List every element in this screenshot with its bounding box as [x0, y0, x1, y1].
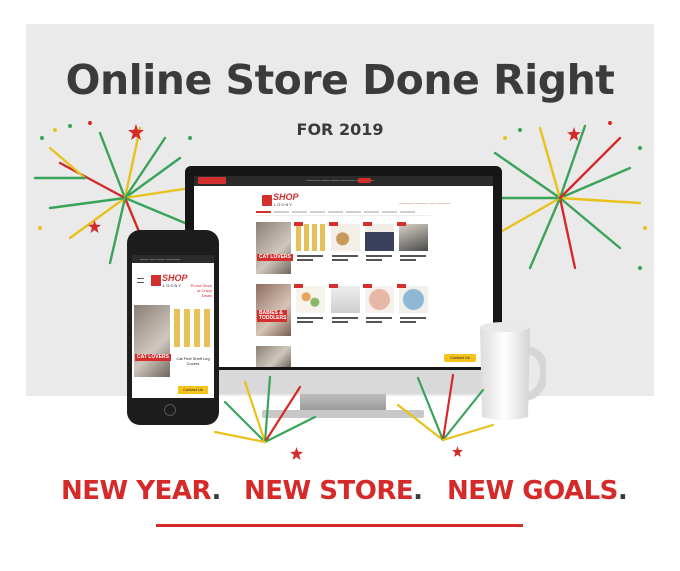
- mobile-product-name[interactable]: Cat Feet Shelf Leg Covers: [173, 356, 213, 366]
- product-card[interactable]: [363, 222, 396, 274]
- firework-burst-icon: [396, 373, 495, 442]
- product-card[interactable]: [329, 222, 362, 274]
- mobile-brand-top-text: SHOP: [162, 273, 188, 283]
- hamburger-menu-icon[interactable]: [137, 278, 144, 283]
- category-image: [256, 222, 291, 274]
- star-icon: [128, 124, 144, 140]
- product-card[interactable]: [329, 284, 362, 336]
- star-icon: [88, 220, 101, 233]
- mobile-category-image: [134, 305, 170, 377]
- product-card[interactable]: [294, 222, 327, 274]
- contact-us-button[interactable]: Contact Us: [444, 354, 476, 362]
- product-card[interactable]: [397, 222, 430, 274]
- slogan-new-year: NEW YEAR.: [61, 476, 221, 506]
- site-nav[interactable]: [256, 211, 431, 216]
- product-card[interactable]: [363, 284, 396, 336]
- divider-line: [156, 524, 523, 527]
- slogan-text: NEW STORE: [244, 476, 414, 506]
- phone-home-button: [164, 404, 176, 416]
- mobile-screen: ─── ── ─── ───── SHOP LOONY Proud Store …: [132, 255, 214, 398]
- slogan-period: .: [413, 476, 423, 506]
- category-label: BABIES & TODDLERS: [257, 310, 287, 322]
- product-card[interactable]: [294, 284, 327, 336]
- announcement-badge: [358, 178, 371, 183]
- slogan-text: NEW YEAR: [61, 476, 212, 506]
- mobile-tagline: Proud Store at Crazy Deals: [190, 283, 212, 298]
- brand-top-text: SHOP: [273, 192, 299, 202]
- headline: Online Store Done Right: [65, 56, 615, 104]
- slogan-period: .: [617, 476, 628, 506]
- category-row: BABIES & TODDLERS: [256, 284, 431, 340]
- slogan-period: .: [211, 476, 221, 506]
- slogan-new-store: NEW STORE.: [244, 476, 423, 506]
- mobile-announcement-placeholder: ─── ── ─── ─────: [140, 257, 181, 262]
- category-row: [256, 346, 431, 367]
- slogan-text: NEW GOALS: [447, 476, 618, 506]
- mobile-contact-us-button[interactable]: Contact Us: [178, 386, 208, 394]
- category-row: CAT LOVERS: [256, 222, 431, 278]
- product-card[interactable]: [397, 284, 430, 336]
- shopping-bag-logo-icon: [262, 195, 272, 206]
- mobile-category-label: CAT LOVERS: [135, 354, 171, 361]
- site-tagline-placeholder: ───── ───── ── ─────: [399, 201, 451, 206]
- slogan-new-goals: NEW GOALS.: [447, 476, 628, 506]
- site-language-chip: [198, 177, 226, 184]
- brand-bottom-text: LOONY: [274, 202, 294, 207]
- star-icon: [567, 127, 581, 141]
- mobile-product-image[interactable]: [174, 309, 210, 347]
- category-image: [256, 346, 291, 367]
- site-announcement-bar: ───── ─── ─── ───── ── ────: [194, 176, 493, 186]
- mobile-brand-bottom-text: LOONY: [163, 283, 183, 288]
- shopping-bag-logo-icon: [151, 275, 161, 286]
- firework-burst-icon: [213, 375, 317, 444]
- category-label: CAT LOVERS: [257, 254, 293, 261]
- desktop-screen: ───── ─── ─── ───── ── ──── SHOP LOONY ─…: [194, 176, 493, 367]
- mobile-announcement-bar: ─── ── ─── ─────: [132, 255, 214, 263]
